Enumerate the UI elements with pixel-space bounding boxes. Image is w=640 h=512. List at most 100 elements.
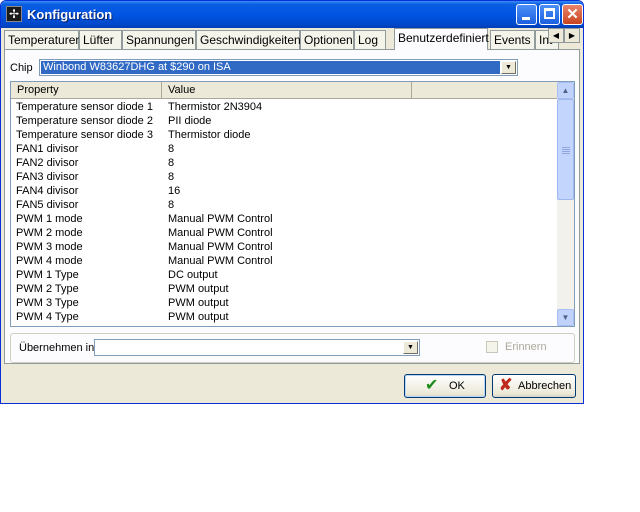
value-cell: DC output — [168, 269, 218, 281]
scroll-down-button[interactable]: ▼ — [557, 309, 574, 326]
tab-strip: Temperaturen Lüfter Spannungen Geschwind… — [4, 28, 580, 50]
value-cell: Thermistor 2N3904 — [168, 101, 263, 113]
tab-scroll-left-button[interactable]: ◀ — [548, 28, 564, 43]
window-title: Konfiguration — [27, 7, 113, 22]
value-cell: 8 — [168, 171, 175, 183]
arrow-right-icon: ▶ — [568, 31, 576, 40]
value-cell: PII diode — [168, 115, 212, 127]
value-cell: 8 — [168, 199, 175, 211]
chip-select[interactable]: Winbond W83627DHG at $290 on ISA ▼ — [39, 59, 518, 76]
remember-checkbox[interactable] — [486, 341, 498, 353]
chevron-up-icon: ▲ — [561, 86, 570, 95]
property-cell: PWM 1 Type — [16, 269, 79, 281]
table-row[interactable]: PWM 4 Type PWM output — [11, 310, 558, 324]
list-rows: Temperature sensor diode 1 Thermistor 2N3… — [11, 100, 558, 324]
chip-dropdown-button[interactable]: ▼ — [501, 61, 516, 74]
table-row[interactable]: PWM 4 mode Manual PWM Control — [11, 254, 558, 268]
property-cell: PWM 4 mode — [16, 255, 83, 267]
property-cell: FAN2 divisor — [16, 157, 79, 169]
property-cell: FAN5 divisor — [16, 199, 79, 211]
apply-select[interactable]: ▼ — [94, 339, 420, 356]
tab-luefter[interactable]: Lüfter — [79, 30, 122, 49]
grip-icon — [562, 147, 570, 154]
cancel-button[interactable]: ✘ Abbrechen — [492, 374, 576, 398]
property-cell: PWM 3 mode — [16, 241, 83, 253]
apply-label: Übernehmen in — [19, 342, 95, 354]
tab-optionen[interactable]: Optionen — [300, 30, 354, 49]
value-cell: PWM output — [168, 297, 229, 309]
tab-benutzerdefiniert[interactable]: Benutzerdefiniert — [394, 28, 489, 50]
property-cell: FAN4 divisor — [16, 185, 79, 197]
value-cell: Manual PWM Control — [168, 213, 273, 225]
close-button[interactable]: ✕ — [562, 4, 583, 25]
value-cell: Manual PWM Control — [168, 255, 273, 267]
property-cell: Temperature sensor diode 1 — [16, 101, 153, 113]
value-cell: 16 — [168, 185, 181, 197]
table-row[interactable]: PWM 2 Type PWM output — [11, 282, 558, 296]
property-cell: PWM 4 Type — [16, 311, 79, 323]
tab-temperaturen[interactable]: Temperaturen — [4, 30, 82, 49]
ok-label: OK — [449, 380, 465, 392]
table-row[interactable]: PWM 3 mode Manual PWM Control — [11, 240, 558, 254]
maximize-icon — [544, 8, 555, 19]
chip-selected-value: Winbond W83627DHG at $290 on ISA — [41, 61, 500, 74]
value-cell: Manual PWM Control — [168, 241, 273, 253]
title-bar[interactable]: ✢ Konfiguration ✕ — [1, 1, 583, 28]
value-cell: Manual PWM Control — [168, 227, 273, 239]
tab-events[interactable]: Events — [490, 30, 535, 49]
property-cell: PWM 2 Type — [16, 283, 79, 295]
scroll-thumb[interactable] — [557, 99, 574, 200]
table-row[interactable]: FAN5 divisor 8 — [11, 198, 558, 212]
arrow-left-icon: ◀ — [552, 31, 560, 40]
table-row[interactable]: Temperature sensor diode 1 Thermistor 2N3… — [11, 100, 558, 114]
column-header-value[interactable]: Value — [162, 82, 412, 98]
table-row[interactable]: Temperature sensor diode 3 Thermistor dio… — [11, 128, 558, 142]
table-row[interactable]: PWM 1 mode Manual PWM Control — [11, 212, 558, 226]
value-cell: PWM output — [168, 311, 229, 323]
property-cell: FAN1 divisor — [16, 143, 79, 155]
table-row[interactable]: PWM 3 Type PWM output — [11, 296, 558, 310]
table-row[interactable]: PWM 2 mode Manual PWM Control — [11, 226, 558, 240]
property-list[interactable]: Property Value Temperature sensor diode … — [10, 81, 575, 327]
close-icon: ✕ — [566, 6, 579, 23]
chevron-down-icon: ▼ — [561, 313, 570, 322]
property-cell: PWM 2 mode — [16, 227, 83, 239]
value-cell: 8 — [168, 143, 175, 155]
tab-log[interactable]: Log — [354, 30, 386, 49]
x-icon: ✘ — [499, 377, 513, 394]
table-row[interactable]: FAN1 divisor 8 — [11, 142, 558, 156]
property-cell: FAN3 divisor — [16, 171, 79, 183]
chevron-down-icon: ▼ — [407, 344, 414, 351]
table-row[interactable]: FAN2 divisor 8 — [11, 156, 558, 170]
tab-geschwindigkeiten[interactable]: Geschwindigkeiten — [196, 30, 301, 49]
scroll-up-button[interactable]: ▲ — [557, 82, 574, 99]
value-cell: PWM output — [168, 283, 229, 295]
fan-icon: ✢ — [6, 6, 22, 22]
minimize-icon — [522, 17, 530, 20]
vertical-scrollbar[interactable]: ▲ ▼ — [557, 82, 574, 326]
chevron-down-icon: ▼ — [505, 64, 512, 71]
table-row[interactable]: Temperature sensor diode 2 PII diode — [11, 114, 558, 128]
chip-label: Chip — [10, 62, 33, 74]
remember-label: Erinnern — [505, 341, 547, 353]
column-header-property[interactable]: Property — [11, 82, 162, 98]
tab-scroll-right-button[interactable]: ▶ — [564, 28, 580, 43]
maximize-button[interactable] — [539, 4, 560, 25]
table-row[interactable]: FAN4 divisor 16 — [11, 184, 558, 198]
tab-spannungen[interactable]: Spannungen — [122, 30, 196, 49]
ok-button[interactable]: ✔ OK — [404, 374, 486, 398]
column-header-empty[interactable] — [412, 82, 558, 98]
property-cell: Temperature sensor diode 2 — [16, 115, 153, 127]
property-cell: PWM 3 Type — [16, 297, 79, 309]
checkmark-icon: ✔ — [425, 377, 439, 394]
apply-dropdown-button[interactable]: ▼ — [403, 341, 418, 354]
property-cell: Temperature sensor diode 3 — [16, 129, 153, 141]
property-cell: PWM 1 mode — [16, 213, 83, 225]
value-cell: Thermistor diode — [168, 129, 251, 141]
list-header: Property Value — [11, 82, 558, 99]
cancel-label: Abbrechen — [518, 380, 572, 392]
value-cell: 8 — [168, 157, 175, 169]
minimize-button[interactable] — [516, 4, 537, 25]
table-row[interactable]: FAN3 divisor 8 — [11, 170, 558, 184]
table-row[interactable]: PWM 1 Type DC output — [11, 268, 558, 282]
